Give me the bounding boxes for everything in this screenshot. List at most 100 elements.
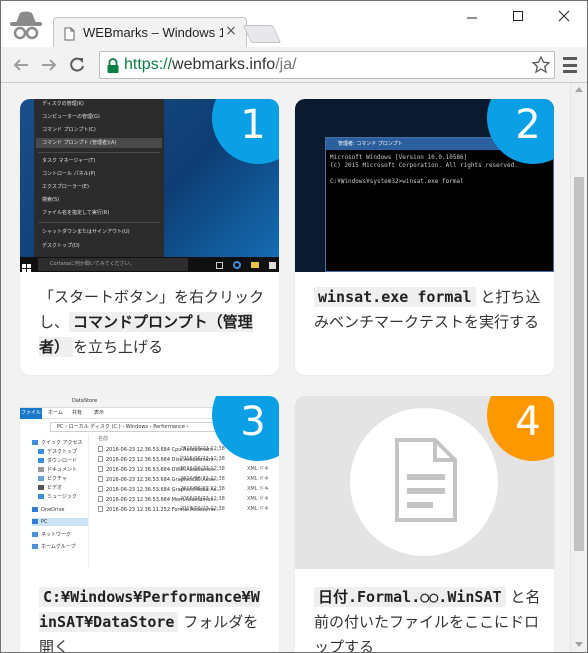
back-button[interactable] — [9, 53, 33, 77]
nav-item-selected: PC — [32, 518, 88, 526]
menu-item-highlighted: コマンド プロンプト (管理者)(A) — [36, 138, 162, 148]
menu-item: 検索(S) — [42, 197, 60, 203]
step-code: 日付.Formal.○○.WinSAT — [314, 587, 506, 607]
reload-icon — [70, 57, 84, 72]
scroll-up-icon[interactable] — [575, 87, 583, 92]
nav-item: デスクトップ — [38, 448, 77, 456]
step-number: 3 — [240, 399, 266, 445]
step-card-1[interactable]: ディスクの管理(K) コンピューターの管理(G) コマンド プロンプト(C) コ… — [20, 99, 279, 375]
file-date: 2016/06/23 12:38 — [180, 476, 225, 482]
bookmark-star-icon[interactable] — [531, 55, 551, 75]
forward-button[interactable] — [37, 53, 61, 77]
nav-item: ピクチャ — [38, 475, 67, 483]
menu-item: デスクトップ(D) — [42, 243, 80, 249]
context-menu: ディスクの管理(K) コンピューターの管理(G) コマンド プロンプト(C) コ… — [34, 99, 164, 257]
page-favicon-icon — [64, 26, 75, 41]
maximize-icon — [513, 11, 523, 21]
explorer-title: DataStore — [72, 398, 98, 404]
reload-button[interactable] — [65, 53, 89, 77]
back-icon — [13, 59, 28, 71]
tab-webmarks[interactable]: WEBmarks – Windows 10 × — [53, 17, 247, 47]
file-date: 2016/06/23 12:38 — [180, 486, 225, 492]
nav-item: ドキュメント — [38, 466, 77, 474]
step-text: を立ち上げる — [73, 338, 164, 356]
url-host: webmarks.info — [172, 56, 276, 73]
store-icon — [269, 261, 276, 269]
step-number: 1 — [240, 102, 266, 148]
browser-window: WEBmarks – Windows 10 × https://webmarks… — [0, 0, 588, 653]
step-code: winsat.exe formal — [314, 287, 476, 307]
step-card-2[interactable]: 管理者: コマンド プロンプト Microsoft Windows [Versi… — [295, 99, 554, 375]
url-path: /ja/ — [275, 56, 297, 73]
ribbon-tab: ホーム — [48, 410, 63, 416]
nav-item: ネットワーク — [32, 531, 71, 539]
step-description: C:¥Windows¥Performance¥WinSAT¥DataStore … — [39, 585, 267, 652]
console-line: Microsoft Windows [Version 10.0.10586] — [330, 154, 468, 161]
task-view-icon — [216, 261, 223, 269]
step-number: 4 — [515, 399, 541, 445]
minimize-icon — [467, 17, 477, 19]
menu-item: コンピューターの管理(G) — [42, 114, 100, 120]
step-description: 日付.Formal.○○.WinSAT と名前の付いたファイルをここにドロップす… — [314, 585, 542, 652]
document-icon — [393, 438, 457, 522]
maximize-button[interactable] — [495, 1, 541, 31]
incognito-icon — [7, 9, 45, 43]
windows-logo-icon — [22, 259, 32, 272]
file-date: 2016/06/23 12:38 — [180, 506, 225, 512]
taskbar-icons — [216, 260, 276, 270]
file-date: 2016/06/23 12:38 — [180, 496, 225, 502]
close-icon — [558, 10, 570, 22]
new-tab-button[interactable] — [242, 25, 282, 43]
column-header: 名前 — [98, 436, 109, 442]
lock-icon — [106, 58, 120, 74]
address-bar[interactable]: https://webmarks.info/ja/ — [99, 51, 555, 79]
nav-item: ホームグループ — [32, 543, 76, 551]
window-close-button[interactable] — [541, 1, 587, 31]
edge-icon — [233, 261, 241, 269]
file-type: XML ドキ — [247, 496, 270, 502]
ribbon-tab: 表示 — [94, 410, 105, 416]
menu-item: エクスプローラー(E) — [42, 184, 89, 190]
url-scheme: https:// — [124, 56, 173, 73]
file-type: XML ドキ — [247, 506, 270, 512]
tab-strip: WEBmarks – Windows 10 × — [1, 1, 587, 47]
file-type: XML ドキ — [247, 466, 270, 472]
file-type: XML ドキ — [247, 486, 270, 492]
console-line: (c) 2015 Microsoft Corporation. All righ… — [330, 162, 518, 169]
menu-icon[interactable] — [561, 55, 579, 75]
cortana-search-box: Cortanaに何か聞いてみてください。 — [38, 258, 188, 271]
vertical-scrollbar[interactable] — [570, 83, 587, 652]
page-viewport: ディスクの管理(K) コンピューターの管理(G) コマンド プロンプト(C) コ… — [1, 83, 587, 652]
forward-icon — [42, 59, 57, 71]
ribbon-tab: 共有 — [72, 410, 83, 416]
tab-close-icon[interactable]: × — [224, 24, 238, 38]
nav-item: ダウンロード — [38, 457, 77, 465]
step-description: winsat.exe formal と打ち込みベンチマークテストを実行する — [314, 285, 542, 335]
file-date: 2016/06/23 12:38 — [180, 466, 225, 472]
menu-item: タスク マネージャー(T) — [42, 158, 96, 164]
nav-item: ミュージック — [38, 493, 77, 501]
step-description: 「スタートボタン」を右クリックし、 コマンドプロンプト（管理者） を立ち上げる — [39, 285, 267, 360]
nav-item: ビデオ — [38, 484, 62, 492]
ribbon-tab: ファイル — [20, 408, 42, 419]
menu-item: シャットダウンまたはサインアウト(U) — [42, 229, 130, 235]
menu-item: ファイル名を指定して実行(R) — [42, 210, 110, 216]
menu-item: コントロール パネル(P) — [42, 171, 96, 177]
minimize-button[interactable] — [449, 1, 495, 31]
scrollbar-thumb[interactable] — [574, 177, 584, 551]
step-card-3[interactable]: DataStore ファイル ホーム 共有 表示 PC › ローカル ディスク … — [20, 396, 279, 652]
browser-toolbar: https://webmarks.info/ja/ — [1, 47, 587, 83]
menu-item: ディスクの管理(K) — [42, 101, 84, 107]
tab-title: WEBmarks – Windows 10 — [83, 25, 223, 40]
step-card-4[interactable]: 4 日付.Formal.○○.WinSAT と名前の付いたファイルをここにドロッ… — [295, 396, 554, 652]
step-number: 2 — [515, 102, 541, 148]
menu-item: コマンド プロンプト(C) — [42, 127, 96, 133]
nav-item: OneDrive — [32, 506, 65, 514]
nav-item: クイック アクセス — [32, 439, 82, 447]
file-date: 2016/06/23 12:38 — [180, 446, 225, 452]
file-type: XML ドキ — [247, 476, 270, 482]
file-date: 2016/06/23 12:38 — [180, 456, 225, 462]
scroll-down-icon[interactable] — [575, 642, 583, 647]
url-text: https://webmarks.info/ja/ — [124, 56, 297, 74]
console-line: C:¥Windows¥system32>winsat.exe formal — [330, 178, 464, 185]
